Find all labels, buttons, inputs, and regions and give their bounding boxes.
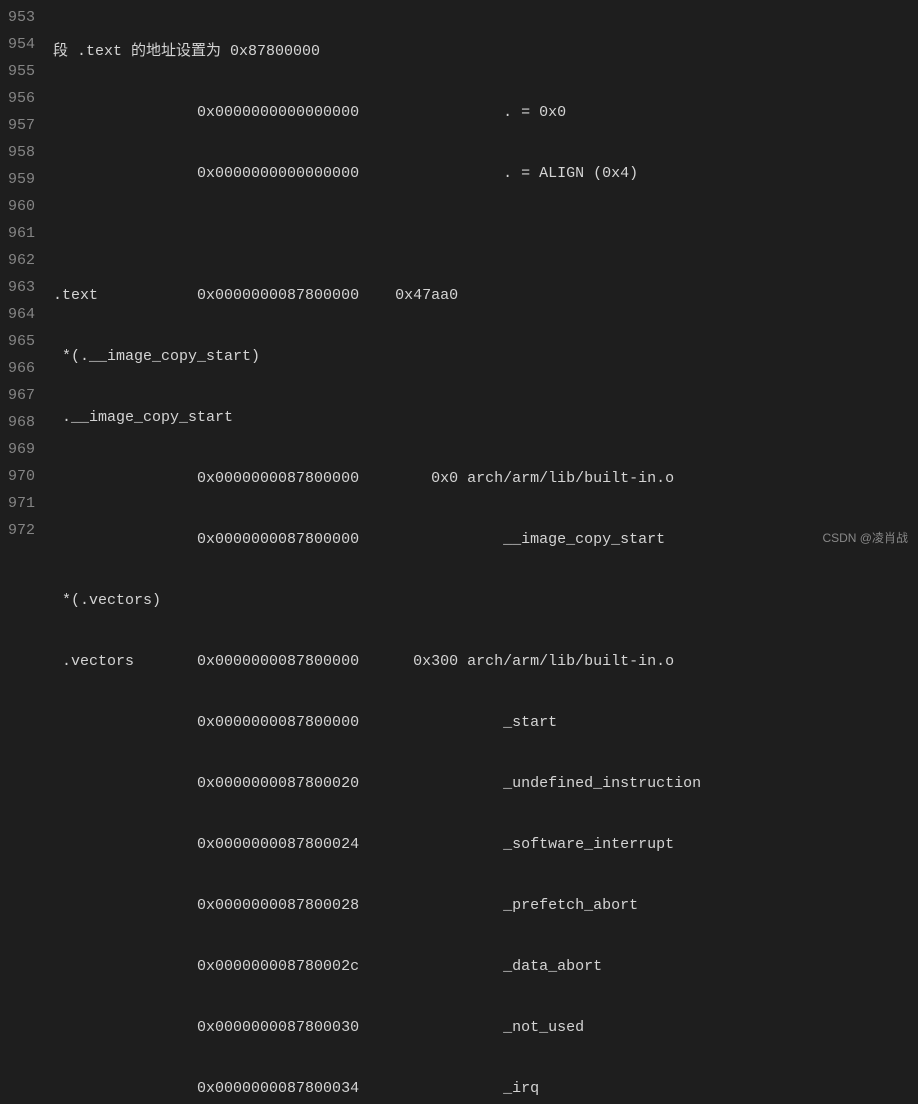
line-number: 953 (8, 4, 35, 31)
code-line[interactable]: 0x000000008780002c _data_abort (53, 953, 918, 980)
code-line[interactable]: .vectors 0x0000000087800000 0x300 arch/a… (53, 648, 918, 675)
code-line[interactable]: 0x0000000000000000 . = 0x0 (53, 99, 918, 126)
line-number: 969 (8, 436, 35, 463)
line-number: 962 (8, 247, 35, 274)
line-number: 968 (8, 409, 35, 436)
line-number: 959 (8, 166, 35, 193)
line-number: 964 (8, 301, 35, 328)
line-number: 961 (8, 220, 35, 247)
code-editor[interactable]: 953 954 955 956 957 958 959 960 961 962 … (0, 0, 918, 552)
line-number: 956 (8, 85, 35, 112)
code-line[interactable]: 0x0000000000000000 . = ALIGN (0x4) (53, 160, 918, 187)
line-number: 966 (8, 355, 35, 382)
line-number: 955 (8, 58, 35, 85)
line-number: 967 (8, 382, 35, 409)
code-line[interactable]: 0x0000000087800024 _software_interrupt (53, 831, 918, 858)
watermark: CSDN @凌肖战 (822, 529, 908, 546)
code-line[interactable]: 0x0000000087800030 _not_used (53, 1014, 918, 1041)
code-line[interactable]: 0x0000000087800028 _prefetch_abort (53, 892, 918, 919)
line-number: 958 (8, 139, 35, 166)
code-line[interactable]: 0x0000000087800000 0x0 arch/arm/lib/buil… (53, 465, 918, 492)
line-number: 971 (8, 490, 35, 517)
line-number: 960 (8, 193, 35, 220)
line-number: 963 (8, 274, 35, 301)
line-number: 957 (8, 112, 35, 139)
code-line[interactable]: .text 0x0000000087800000 0x47aa0 (53, 282, 918, 309)
code-line[interactable] (53, 221, 918, 248)
code-line[interactable]: 0x0000000087800020 _undefined_instructio… (53, 770, 918, 797)
code-line[interactable]: .__image_copy_start (53, 404, 918, 431)
line-number: 954 (8, 31, 35, 58)
code-line[interactable]: 0x0000000087800000 _start (53, 709, 918, 736)
line-number-gutter: 953 954 955 956 957 958 959 960 961 962 … (0, 0, 45, 552)
code-line[interactable]: 0x0000000087800000 __image_copy_start (53, 526, 918, 553)
code-line[interactable]: *(.__image_copy_start) (53, 343, 918, 370)
code-line[interactable]: 段 .text 的地址设置为 0x87800000 (53, 38, 918, 65)
code-content[interactable]: 段 .text 的地址设置为 0x87800000 0x000000000000… (45, 0, 918, 552)
line-number: 965 (8, 328, 35, 355)
code-line[interactable]: 0x0000000087800034 _irq (53, 1075, 918, 1102)
line-number: 972 (8, 517, 35, 544)
line-number: 970 (8, 463, 35, 490)
code-line[interactable]: *(.vectors) (53, 587, 918, 614)
